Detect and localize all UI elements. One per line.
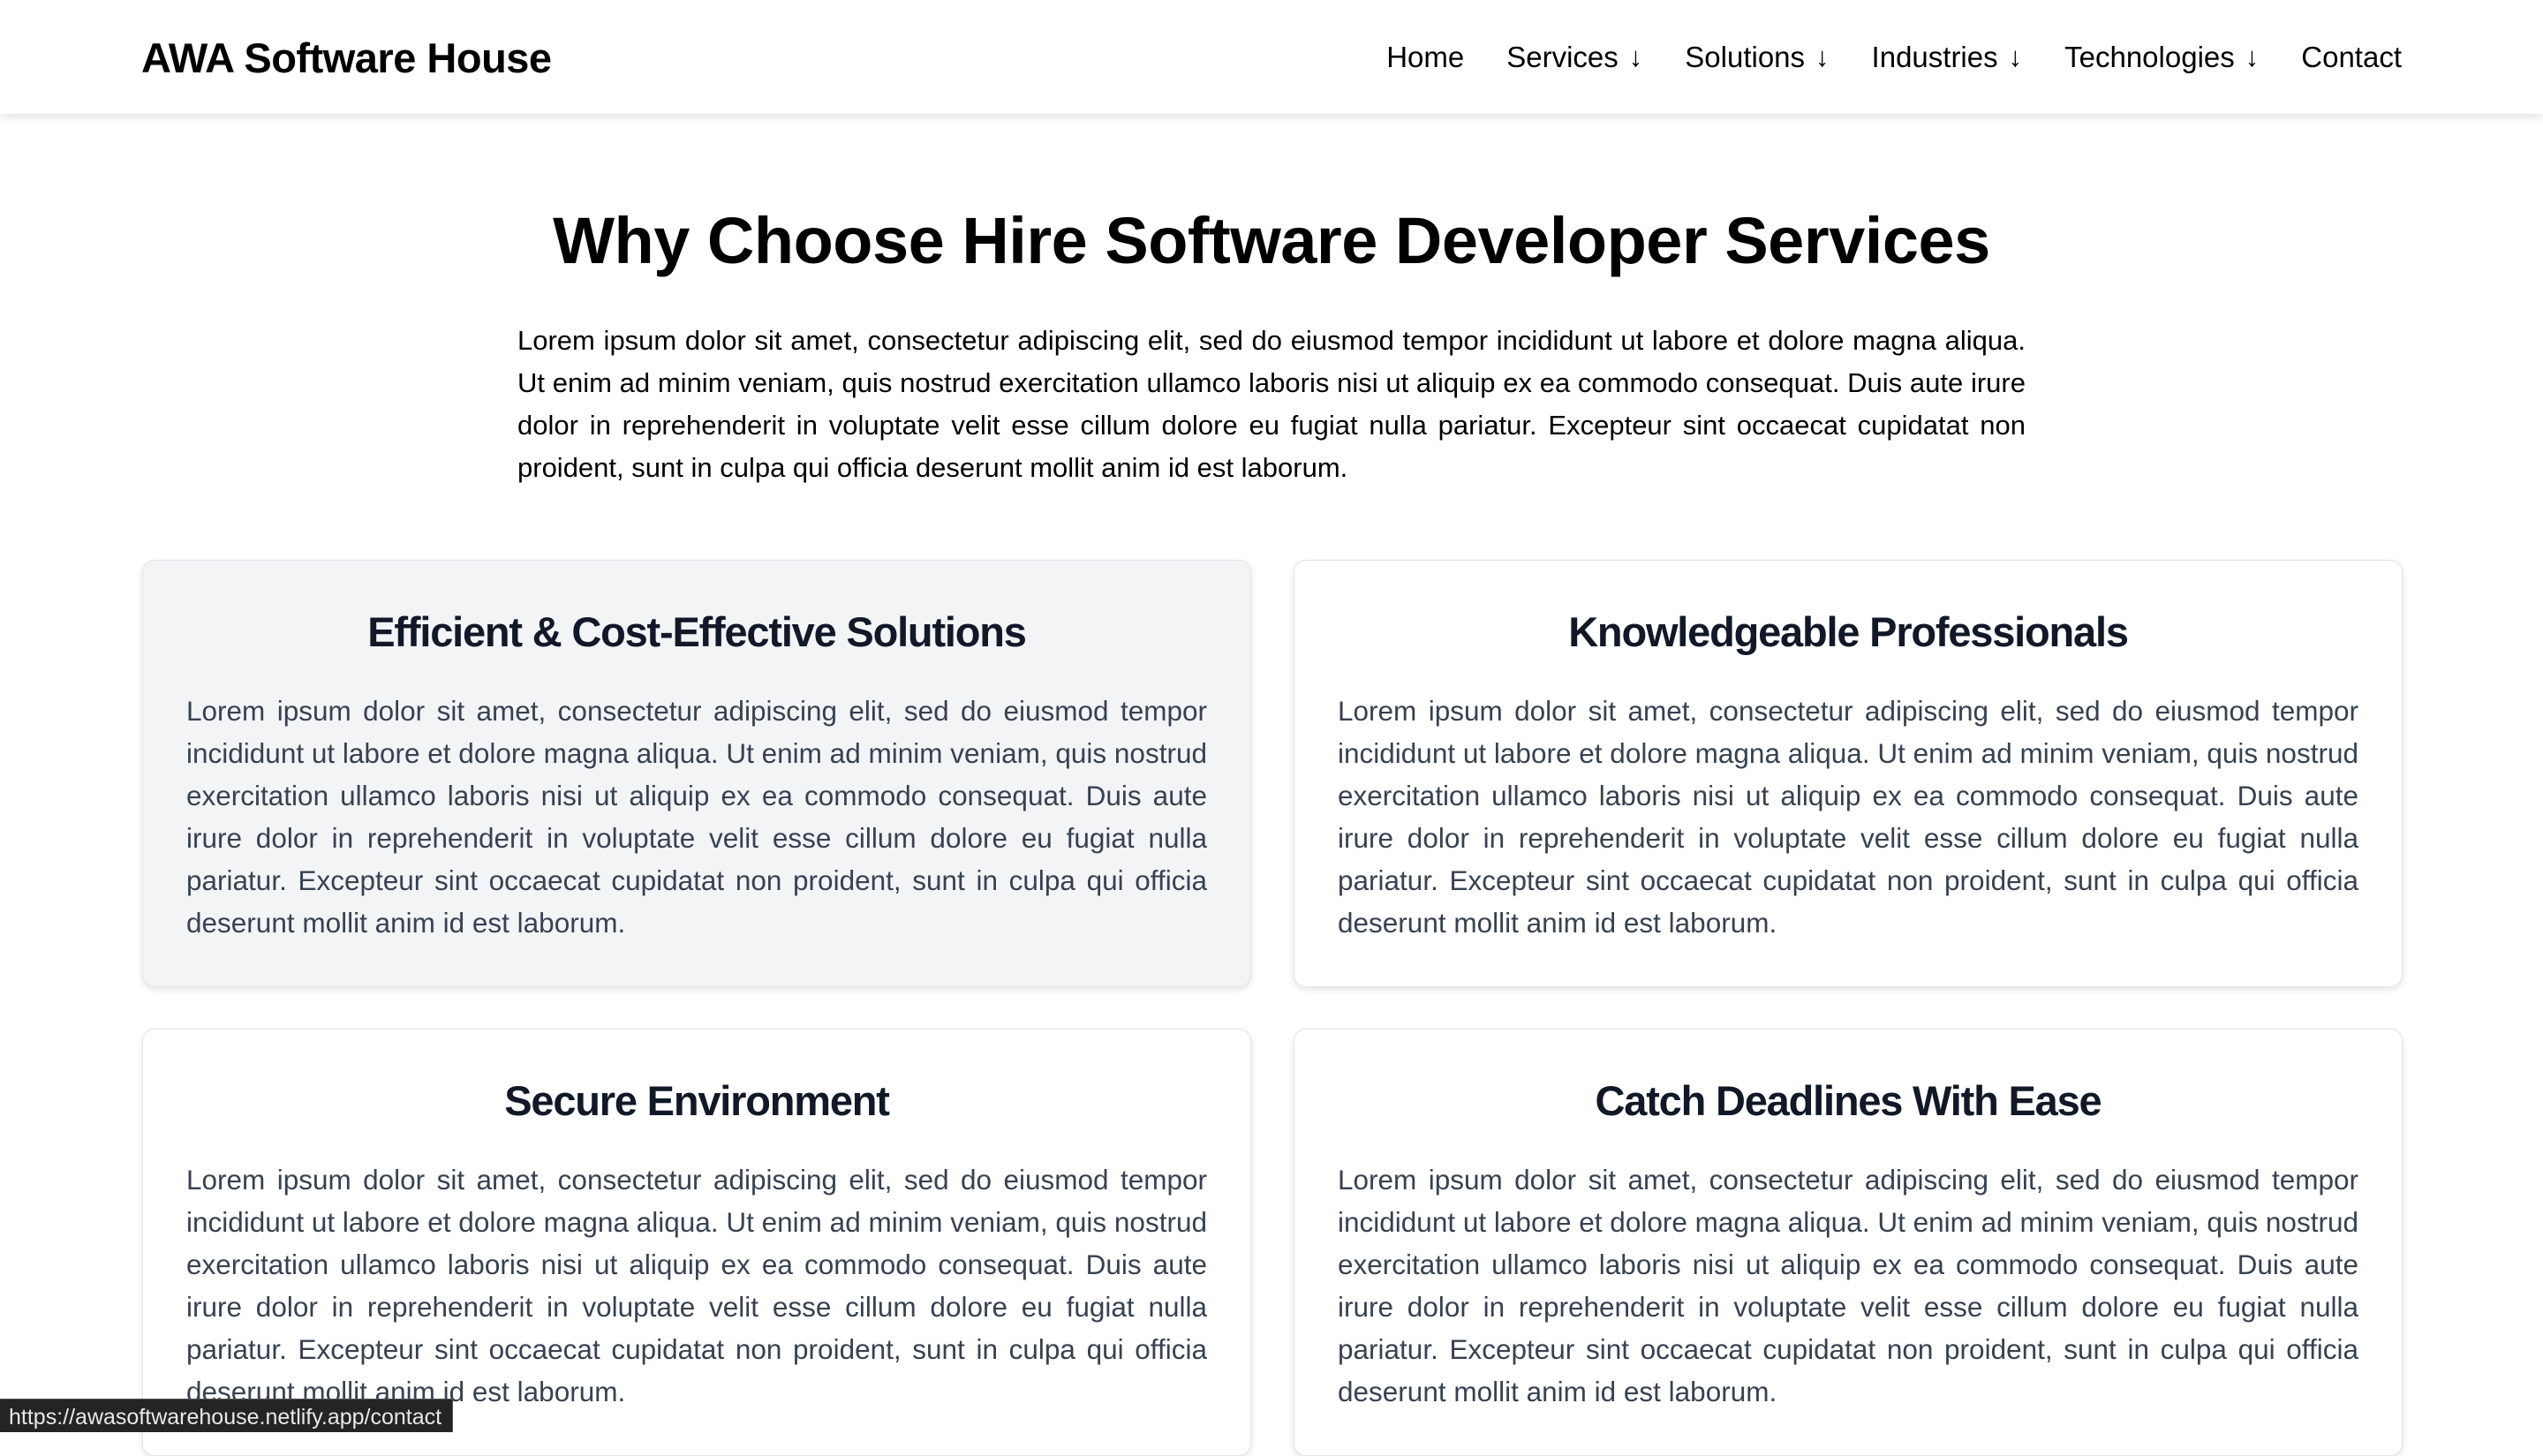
arrow-down-icon: ↓ (1815, 41, 1830, 72)
nav-technologies[interactable]: Technologies ↓ (2064, 35, 2259, 79)
nav-label: Technologies (2064, 41, 2235, 73)
nav-label: Solutions (1685, 41, 1806, 73)
section-intro: Lorem ipsum dolor sit amet, consectetur … (517, 325, 2026, 483)
section-title: Why Choose Hire Software Developer Servi… (553, 204, 1990, 277)
nav-label: Contact (2301, 41, 2402, 73)
arrow-down-icon: ↓ (1628, 41, 1643, 72)
card-title: Catch Deadlines With Ease (1595, 1077, 2102, 1124)
feature-card[interactable]: Efficient & Cost-Effective Solutions Lor… (142, 560, 1251, 987)
card-title: Knowledgeable Professionals (1568, 608, 2129, 655)
feature-card[interactable]: Knowledgeable Professionals Lorem ipsum … (1294, 560, 2403, 987)
brand-logo[interactable]: AWA Software House (141, 34, 552, 83)
nav-label: Home (1386, 41, 1465, 73)
nav-solutions[interactable]: Solutions ↓ (1685, 35, 1829, 79)
nav-home[interactable]: Home (1386, 35, 1464, 79)
nav-label: Industries (1871, 41, 1998, 73)
main-nav: Home Services ↓ Solutions ↓ Industries ↓… (1386, 35, 2402, 79)
card-body: Lorem ipsum dolor sit amet, consectetur … (186, 1164, 1207, 1407)
card-title: Efficient & Cost-Effective Solutions (367, 608, 1027, 655)
arrow-down-icon: ↓ (2008, 41, 2023, 72)
nav-contact[interactable]: Contact (2301, 35, 2402, 79)
nav-industries[interactable]: Industries ↓ (1872, 35, 2023, 79)
feature-card[interactable]: Secure Environment Lorem ipsum dolor sit… (142, 1029, 1251, 1456)
status-bar-url: https://awasoftwarehouse.netlify.app/con… (0, 1399, 454, 1432)
arrow-down-icon: ↓ (2245, 41, 2260, 72)
card-body: Lorem ipsum dolor sit amet, consectetur … (1338, 1164, 2358, 1407)
nav-label: Services (1506, 41, 1619, 73)
site-header: AWA Software House Home Services ↓ Solut… (0, 0, 2543, 114)
card-body: Lorem ipsum dolor sit amet, consectetur … (186, 695, 1207, 939)
card-body: Lorem ipsum dolor sit amet, consectetur … (1338, 695, 2358, 939)
card-title: Secure Environment (504, 1077, 890, 1124)
nav-services[interactable]: Services ↓ (1506, 35, 1642, 79)
feature-card[interactable]: Catch Deadlines With Ease Lorem ipsum do… (1294, 1029, 2403, 1456)
